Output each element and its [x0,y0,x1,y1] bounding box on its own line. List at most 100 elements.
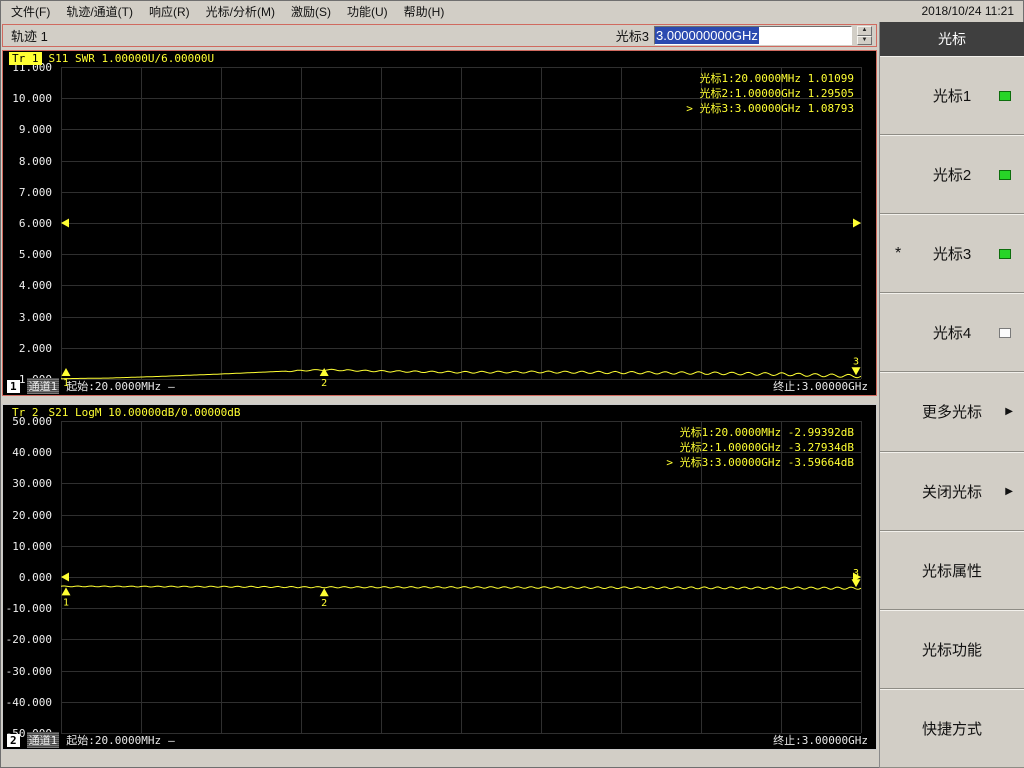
marker-readout-line: > 光标3:3.00000GHz 1.08793 [686,102,854,115]
softkey-marker-3[interactable]: * 光标3 [880,214,1024,294]
marker-on-led [999,90,1011,101]
channel-label: 通道1 [26,378,60,394]
chart-title: Tr 2 S21 LogM 10.00000dB/0.00000dB [9,406,241,419]
softkey-label: 光标属性 [921,562,982,580]
y-axis-tick: 6.000 [18,217,52,230]
marker-readout: 光标1:20.0000MHz 1.01099 光标2:1.00000GHz 1.2… [686,71,854,116]
marker-frequency-value: 3.000000000GHz [655,27,759,44]
channel-status-bar: 1 通道1 起始:20.0000MHz — 终止:3.00000GHz [7,378,868,394]
marker-1-symbol[interactable] [61,587,71,596]
marker-1-symbol[interactable] [61,368,71,376]
content-area: 轨迹 1 光标3 3.000000000GHz ▲ ▼ Tr 1 S11 SWR… [0,22,1024,768]
softkey-panel-title: 光标 [880,22,1024,56]
softkey-label: 光标功能 [921,641,982,659]
softkey-panel: 光标 光标1 光标2 * 光标3 光标4 更多光标 ▶ 关闭光标 ▶ 光标属性光标功能快捷方式 [879,22,1024,768]
y-axis-labels: 50.000 40.000 30.000 20.000 10.000 0.000 -10.0… [3,405,58,749]
vna-application-window: 文件(F) 轨迹/通道(T) 响应(R) 光标/分析(M) 激励(S) 功能(U) 帮助(H… [0,0,1024,768]
spinner-down-button[interactable]: ▼ [857,35,872,45]
softkey-marker-properties[interactable]: 光标属性 [880,530,1024,610]
softkey-label: 光标3 [932,246,972,264]
softkey-label: 光标1 [932,88,972,106]
softkey-marker-off[interactable]: 关闭光标 ▶ [880,451,1024,531]
y-axis-tick: 10.000 [12,92,52,106]
submenu-arrow-icon: ▶ [1005,406,1013,418]
instrument-display: 轨迹 1 光标3 3.000000000GHz ▲ ▼ Tr 1 S11 SWR… [0,22,879,768]
start-frequency: 起始:20.0000MHz [66,380,162,393]
menu-bar: 文件(F) 轨迹/通道(T) 响应(R) 光标/分析(M) 激励(S) 功能(U) 帮助(H… [0,0,1024,22]
y-axis-tick: 5.000 [18,248,52,262]
marker-frequency-input[interactable]: 3.000000000GHz [654,26,852,45]
marker-2-number: 2 [321,598,327,609]
y-axis-tick: 4.000 [18,279,52,293]
softkey-label: 快捷方式 [921,720,982,738]
y-axis-tick: -40.000 [5,695,52,709]
marker-3-symbol[interactable] [851,579,861,588]
datetime: 2018/10/24 11:21 [921,4,1014,18]
marker-2-symbol[interactable] [319,368,329,376]
y-axis-tick: 9.000 [18,123,52,137]
trace-label: Tr 1 [9,52,42,65]
menu-help[interactable]: 帮助(H) [396,0,453,23]
submenu-arrow-icon: ▶ [1005,485,1013,497]
menu-response[interactable]: 响应(R) [141,0,198,23]
marker-3-number: 3 [853,356,859,367]
y-axis-tick: 3.000 [18,310,52,324]
chart-title: Tr 1 S11 SWR 1.00000U/6.00000U [9,52,214,65]
y-axis-labels: 11.000 10.000 9.000 8.000 7.000 6.000 5.000 4.0… [3,51,58,395]
trace1-chart-window[interactable]: Tr 1 S11 SWR 1.00000U/6.00000U 11.000 10.… [2,50,877,396]
frequency-spinner: ▲ ▼ [857,26,872,45]
softkey-marker-1[interactable]: 光标1 [880,56,1024,136]
y-axis-tick: 2.000 [18,341,52,355]
menu-utility[interactable]: 功能(U) [339,0,396,23]
softkey-more-markers[interactable]: 更多光标 ▶ [880,372,1024,452]
marker-readout-line: > 光标3:3.00000GHz -3.59664dB [666,456,854,469]
ref-level-arrow-left[interactable] [61,572,69,582]
menu-marker-analysis[interactable]: 光标/分析(M) [198,0,283,23]
softkey-marker-4[interactable]: 光标4 [880,293,1024,373]
marker-3-symbol[interactable] [851,367,861,376]
y-axis-tick: -10.000 [5,602,52,616]
marker-off-led [999,327,1011,338]
y-axis-tick: 8.000 [18,154,52,168]
marker-2-symbol[interactable] [319,588,329,597]
marker-entry: 光标3 3.000000000GHz ▲ ▼ [616,26,872,45]
softkey-shortcut[interactable]: 快捷方式 [880,688,1024,768]
y-axis-tick: -30.000 [5,664,52,678]
menu-items: 文件(F) 轨迹/通道(T) 响应(R) 光标/分析(M) 激励(S) 功能(U) 帮助(H… [3,0,452,23]
softkey-marker-2[interactable]: 光标2 [880,135,1024,215]
active-marker-star: * [895,244,902,262]
trace-label: Tr 2 [12,406,39,419]
softkey-label: 光标2 [932,167,972,185]
softkey-buttons: 光标1 光标2 * 光标3 光标4 更多光标 ▶ 关闭光标 ▶ 光标属性光标功能快捷方式 [880,56,1024,768]
y-axis-tick: -20.000 [5,633,52,647]
stop-frequency: 终止:3.00000GHz [773,734,868,747]
start-frequency: 起始:20.0000MHz [66,734,162,747]
channel-badge: 2 [7,733,20,747]
y-axis-tick: 20.000 [12,508,52,522]
toolbar: 轨迹 1 光标3 3.000000000GHz ▲ ▼ [2,24,877,47]
stop-frequency: 终止:3.00000GHz [773,380,868,393]
marker-readout-line: 光标1:20.0000MHz 1.01099 [699,72,854,85]
y-axis-tick: 7.000 [18,185,52,199]
chart-title-text: S21 LogM 10.00000dB/0.00000dB [48,406,241,419]
softkey-label: 光标4 [932,325,972,343]
ref-level-arrow-right[interactable] [853,218,861,228]
spinner-up-button[interactable]: ▲ [857,26,872,36]
trace2-chart-window[interactable]: Tr 2 S21 LogM 10.00000dB/0.00000dB 50.00… [2,404,877,750]
sweep-indicator: — [168,733,175,747]
marker-readout-line: 光标2:1.00000GHz -3.27934dB [679,441,854,454]
ref-level-arrow-left[interactable] [61,218,69,228]
y-axis-tick: 40.000 [12,446,52,460]
marker-entry-label: 光标3 [615,29,649,44]
softkey-marker-function[interactable]: 光标功能 [880,609,1024,689]
marker-on-led [999,248,1011,259]
softkey-label: 更多光标 [921,404,982,422]
y-axis-tick: 10.000 [12,539,52,553]
marker-readout: 光标1:20.0000MHz -2.99392dB 光标2:1.00000GHz … [666,425,854,470]
channel-badge: 1 [7,379,20,393]
menu-trace-channel[interactable]: 轨迹/通道(T) [58,0,141,23]
menu-stimulus[interactable]: 激励(S) [283,0,339,23]
menu-file[interactable]: 文件(F) [3,0,58,23]
softkey-label: 关闭光标 [921,483,982,501]
marker-readout-line: 光标1:20.0000MHz -2.99392dB [679,426,854,439]
